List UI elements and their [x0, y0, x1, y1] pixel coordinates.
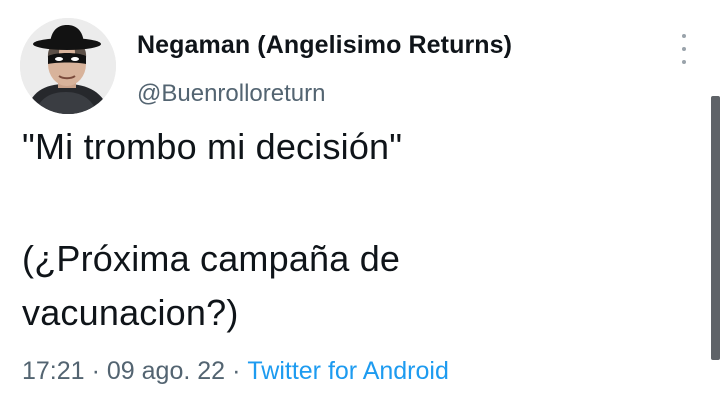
meta-separator: · [232, 357, 241, 385]
author-display-name[interactable]: Negaman (Angelisimo Returns) [137, 31, 512, 60]
tweet-meta: 17:21 · 09 ago. 22 · Twitter for Android [22, 357, 449, 386]
more-dot [682, 34, 686, 38]
tweet-date[interactable]: 09 ago. 22 [107, 357, 225, 385]
masked-man-avatar-icon [20, 18, 116, 114]
more-options-icon[interactable] [674, 34, 694, 64]
author-handle[interactable]: @Buenrolloreturn [137, 80, 325, 108]
tweet-text-line: (¿Próxima campaña de [22, 238, 401, 279]
tweet-time[interactable]: 17:21 [22, 357, 85, 385]
scrollbar-thumb[interactable] [711, 96, 720, 360]
more-dot [682, 60, 686, 64]
more-dot [682, 47, 686, 51]
tweet-text-line: vacunacion?) [22, 292, 239, 333]
tweet-text-line: "Mi trombo mi decisión" [22, 126, 403, 167]
author-avatar[interactable] [20, 18, 116, 114]
meta-separator: · [91, 357, 100, 385]
tweet-card: Negaman (Angelisimo Returns) @Buenrollor… [0, 0, 720, 405]
tweet-source-link[interactable]: Twitter for Android [247, 357, 448, 385]
